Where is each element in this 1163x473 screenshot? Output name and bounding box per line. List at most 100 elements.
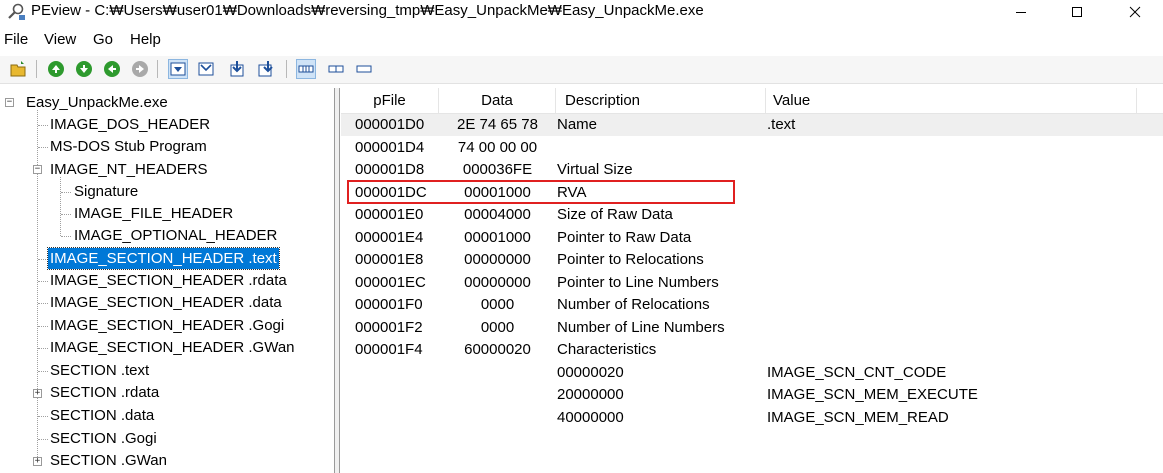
cell-pfile[interactable]: 000001E8 — [355, 249, 423, 271]
toolbar-separator — [286, 60, 287, 78]
back-icon[interactable] — [46, 59, 66, 79]
peview-app-icon — [6, 3, 26, 21]
cell-pfile[interactable]: 000001E0 — [355, 204, 423, 226]
tree-item[interactable]: SECTION .text — [48, 360, 151, 381]
cell-value[interactable]: IMAGE_SCN_MEM_READ — [767, 407, 949, 429]
layout-word-icon[interactable] — [326, 59, 346, 79]
collapse-toggle[interactable]: − — [33, 165, 42, 174]
tree-item[interactable]: MS-DOS Stub Program — [48, 136, 209, 157]
column-header-value[interactable]: Value — [766, 88, 1137, 114]
cell-description[interactable]: 00000020 — [557, 362, 624, 384]
forward-icon[interactable] — [102, 59, 122, 79]
title-bar: PEview - C:₩Users₩user01₩Downloads₩rever… — [0, 0, 1163, 28]
up-disabled-icon[interactable] — [130, 59, 150, 79]
view-section-icon[interactable] — [196, 59, 216, 79]
cell-data[interactable] — [439, 407, 556, 429]
tree-item[interactable]: IMAGE_OPTIONAL_HEADER — [72, 225, 279, 246]
tree-item[interactable]: SECTION .Gogi — [48, 428, 159, 449]
layout-dword-icon[interactable] — [354, 59, 374, 79]
cell-description[interactable]: Pointer to Relocations — [557, 249, 704, 271]
cell-description[interactable]: 20000000 — [557, 384, 624, 406]
cell-pfile[interactable]: 000001E4 — [355, 227, 423, 249]
menu-view[interactable]: View — [44, 31, 76, 49]
menu-go[interactable]: Go — [93, 31, 113, 49]
cell-data[interactable]: 0000 — [439, 294, 556, 316]
pane-splitter[interactable] — [335, 88, 340, 473]
toolbar-separator — [157, 60, 158, 78]
down-icon[interactable] — [74, 59, 94, 79]
menu-bar: File View Go Help — [0, 28, 1163, 52]
view-jump-icon[interactable] — [256, 59, 276, 79]
cell-data[interactable]: 00001000 — [439, 227, 556, 249]
tree-connector — [61, 214, 71, 215]
maximize-button[interactable] — [1054, 0, 1100, 24]
toolbar — [0, 56, 1163, 84]
cell-data[interactable] — [439, 362, 556, 384]
column-header-pfile[interactable]: pFile — [341, 88, 439, 114]
column-header-description[interactable]: Description — [556, 88, 766, 114]
cell-data[interactable]: 00000000 — [439, 272, 556, 294]
cell-data[interactable]: 000036FE — [439, 159, 556, 181]
cell-description[interactable]: Number of Line Numbers — [557, 317, 725, 339]
tree-item[interactable]: IMAGE_DOS_HEADER — [48, 114, 212, 135]
toolbar-separator — [36, 60, 37, 78]
cell-data[interactable]: 00004000 — [439, 204, 556, 226]
tree-item[interactable]: SECTION .GWan — [48, 450, 169, 471]
cell-pfile[interactable]: 000001EC — [355, 272, 426, 294]
tree-connector — [38, 416, 48, 417]
structure-tree: − Easy_UnpackMe.exe IMAGE_DOS_HEADER MS-… — [0, 88, 335, 473]
tree-item[interactable]: IMAGE_SECTION_HEADER .rdata — [48, 270, 289, 291]
minimize-button[interactable] — [998, 0, 1044, 24]
cell-value[interactable]: IMAGE_SCN_CNT_CODE — [767, 362, 946, 384]
cell-value[interactable]: .text — [767, 114, 795, 136]
column-header-data[interactable]: Data — [439, 88, 556, 114]
cell-value[interactable]: IMAGE_SCN_MEM_EXECUTE — [767, 384, 978, 406]
cell-data[interactable]: 0000 — [439, 317, 556, 339]
tree-item[interactable]: SECTION .data — [48, 405, 156, 426]
tree-item[interactable]: Signature — [72, 181, 140, 202]
cell-pfile[interactable]: 000001F4 — [355, 339, 423, 361]
cell-data[interactable]: 00000000 — [439, 249, 556, 271]
tree-item-root[interactable]: Easy_UnpackMe.exe — [24, 92, 170, 113]
tree-item[interactable]: IMAGE_FILE_HEADER — [72, 203, 235, 224]
cell-pfile[interactable]: 000001F2 — [355, 317, 423, 339]
tree-connector — [61, 236, 71, 237]
tree-connector — [38, 147, 48, 148]
layout-byte-icon[interactable] — [296, 59, 316, 79]
cell-description[interactable]: Pointer to Raw Data — [557, 227, 691, 249]
cell-pfile[interactable]: 000001D8 — [355, 159, 424, 181]
tree-item[interactable]: SECTION .rdata — [48, 382, 161, 403]
cell-description[interactable]: Virtual Size — [557, 159, 633, 181]
tree-item[interactable]: IMAGE_SECTION_HEADER .GWan — [48, 337, 297, 358]
tree-item-selected[interactable]: IMAGE_SECTION_HEADER .text — [47, 247, 280, 270]
cell-data[interactable]: 2E 74 65 78 — [439, 114, 556, 136]
expand-toggle[interactable]: + — [33, 457, 42, 466]
cell-data[interactable]: 74 00 00 00 — [439, 137, 556, 159]
menu-help[interactable]: Help — [130, 31, 161, 49]
cell-description[interactable]: Pointer to Line Numbers — [557, 272, 719, 294]
collapse-toggle[interactable]: − — [5, 98, 14, 107]
menu-file[interactable]: File — [4, 31, 28, 49]
cell-description[interactable]: 40000000 — [557, 407, 624, 429]
window-title: PEview - C:₩Users₩user01₩Downloads₩rever… — [31, 2, 704, 19]
highlight-box — [347, 180, 735, 204]
cell-description[interactable]: Name — [557, 114, 597, 136]
cell-description[interactable]: Characteristics — [557, 339, 656, 361]
view-down-icon[interactable] — [228, 59, 248, 79]
tree-item[interactable]: IMAGE_NT_HEADERS — [48, 159, 210, 180]
tree-connector — [38, 281, 48, 282]
tree-item[interactable]: IMAGE_SECTION_HEADER .data — [48, 292, 284, 313]
tree-item[interactable]: IMAGE_SECTION_HEADER .Gogi — [48, 315, 286, 336]
close-button[interactable] — [1112, 0, 1158, 24]
cell-data[interactable]: 60000020 — [439, 339, 556, 361]
cell-description[interactable]: Size of Raw Data — [557, 204, 673, 226]
cell-pfile[interactable]: 000001D4 — [355, 137, 424, 159]
expand-toggle[interactable]: + — [33, 389, 42, 398]
cell-data[interactable] — [439, 384, 556, 406]
view-hex-icon[interactable] — [168, 59, 188, 79]
detail-list: pFile Data Description Value 000001D0 2E … — [341, 88, 1163, 473]
cell-pfile[interactable]: 000001F0 — [355, 294, 423, 316]
cell-description[interactable]: Number of Relocations — [557, 294, 710, 316]
cell-pfile[interactable]: 000001D0 — [355, 114, 424, 136]
open-icon[interactable] — [9, 59, 29, 79]
